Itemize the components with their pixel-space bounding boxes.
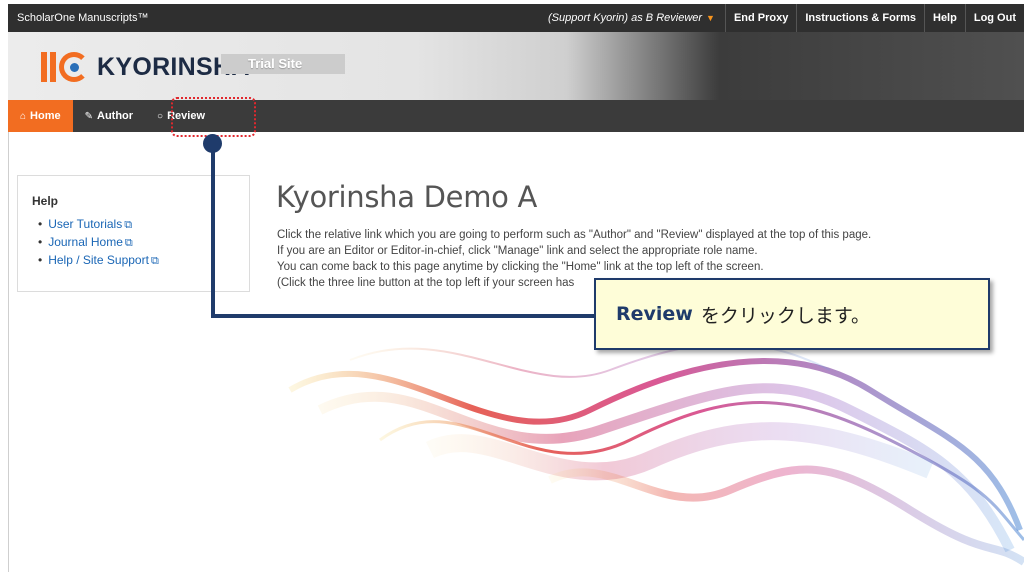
- intro-line: If you are an Editor or Editor-in-chief,…: [277, 245, 758, 257]
- top-bar: ScholarOne Manuscripts™ (Support Kyorin)…: [8, 4, 1024, 32]
- intro-line: Click the relative link which you are go…: [277, 229, 872, 241]
- logo-circle-icon: [59, 52, 89, 82]
- content-left-border: [8, 132, 9, 572]
- main-nav: ⌂ Home ✎ Author ○ Review: [8, 100, 1024, 132]
- log-out-link[interactable]: Log Out: [964, 4, 1024, 32]
- tab-review-label: Review: [167, 110, 206, 122]
- help-title: Help: [32, 194, 59, 208]
- instruction-callout: Review をクリックします。: [594, 278, 990, 350]
- instructions-forms-link[interactable]: Instructions & Forms: [796, 4, 924, 32]
- callout-connector-horizontal: [211, 314, 596, 318]
- proxy-role-dropdown[interactable]: (Support Kyorin) as B Reviewer ▼: [540, 4, 725, 32]
- page-title: Kyorinsha Demo A: [276, 180, 538, 214]
- comment-icon: ○: [157, 110, 164, 122]
- help-link-site-support[interactable]: Help / Site Support⧉: [38, 252, 235, 270]
- callout-text: をクリックします。: [700, 304, 870, 327]
- kyorinsha-logo[interactable]: KYORINSHA: [41, 52, 250, 82]
- callout-connector-dot: [203, 134, 222, 153]
- external-link-icon: ⧉: [124, 237, 133, 249]
- pencil-icon: ✎: [84, 110, 93, 122]
- help-link-journal-home[interactable]: Journal Home⧉: [38, 234, 235, 252]
- callout-bold-text: Review: [616, 303, 693, 325]
- external-link-icon: ⧉: [150, 255, 159, 267]
- tab-review[interactable]: ○ Review: [145, 100, 217, 132]
- tab-home[interactable]: ⌂ Home: [8, 100, 73, 132]
- tab-author-label: Author: [97, 110, 134, 122]
- help-panel: Help User Tutorials⧉ Journal Home⧉ Help …: [17, 175, 250, 292]
- top-bar-links: (Support Kyorin) as B Reviewer ▼ End Pro…: [540, 4, 1024, 32]
- help-link[interactable]: Help: [924, 4, 965, 32]
- external-link-icon: ⧉: [124, 219, 133, 231]
- logo-bars-icon: [41, 52, 56, 82]
- caret-down-icon: ▼: [706, 13, 715, 23]
- callout-connector-vertical: [211, 144, 215, 318]
- help-link-user-tutorials[interactable]: User Tutorials⧉: [38, 216, 235, 234]
- intro-line: You can come back to this page anytime b…: [277, 261, 764, 273]
- brand-label: ScholarOne Manuscripts™: [17, 12, 149, 24]
- proxy-role-label: (Support Kyorin) as B Reviewer: [547, 12, 703, 24]
- tab-home-label: Home: [30, 110, 61, 122]
- home-icon: ⌂: [20, 110, 27, 122]
- help-links: User Tutorials⧉ Journal Home⧉ Help / Sit…: [32, 216, 235, 270]
- trial-site-label: Trial Site: [221, 54, 345, 74]
- site-header: KYORINSHA Trial Site: [8, 32, 1024, 100]
- tab-author[interactable]: ✎ Author: [73, 100, 145, 132]
- end-proxy-link[interactable]: End Proxy: [724, 4, 796, 32]
